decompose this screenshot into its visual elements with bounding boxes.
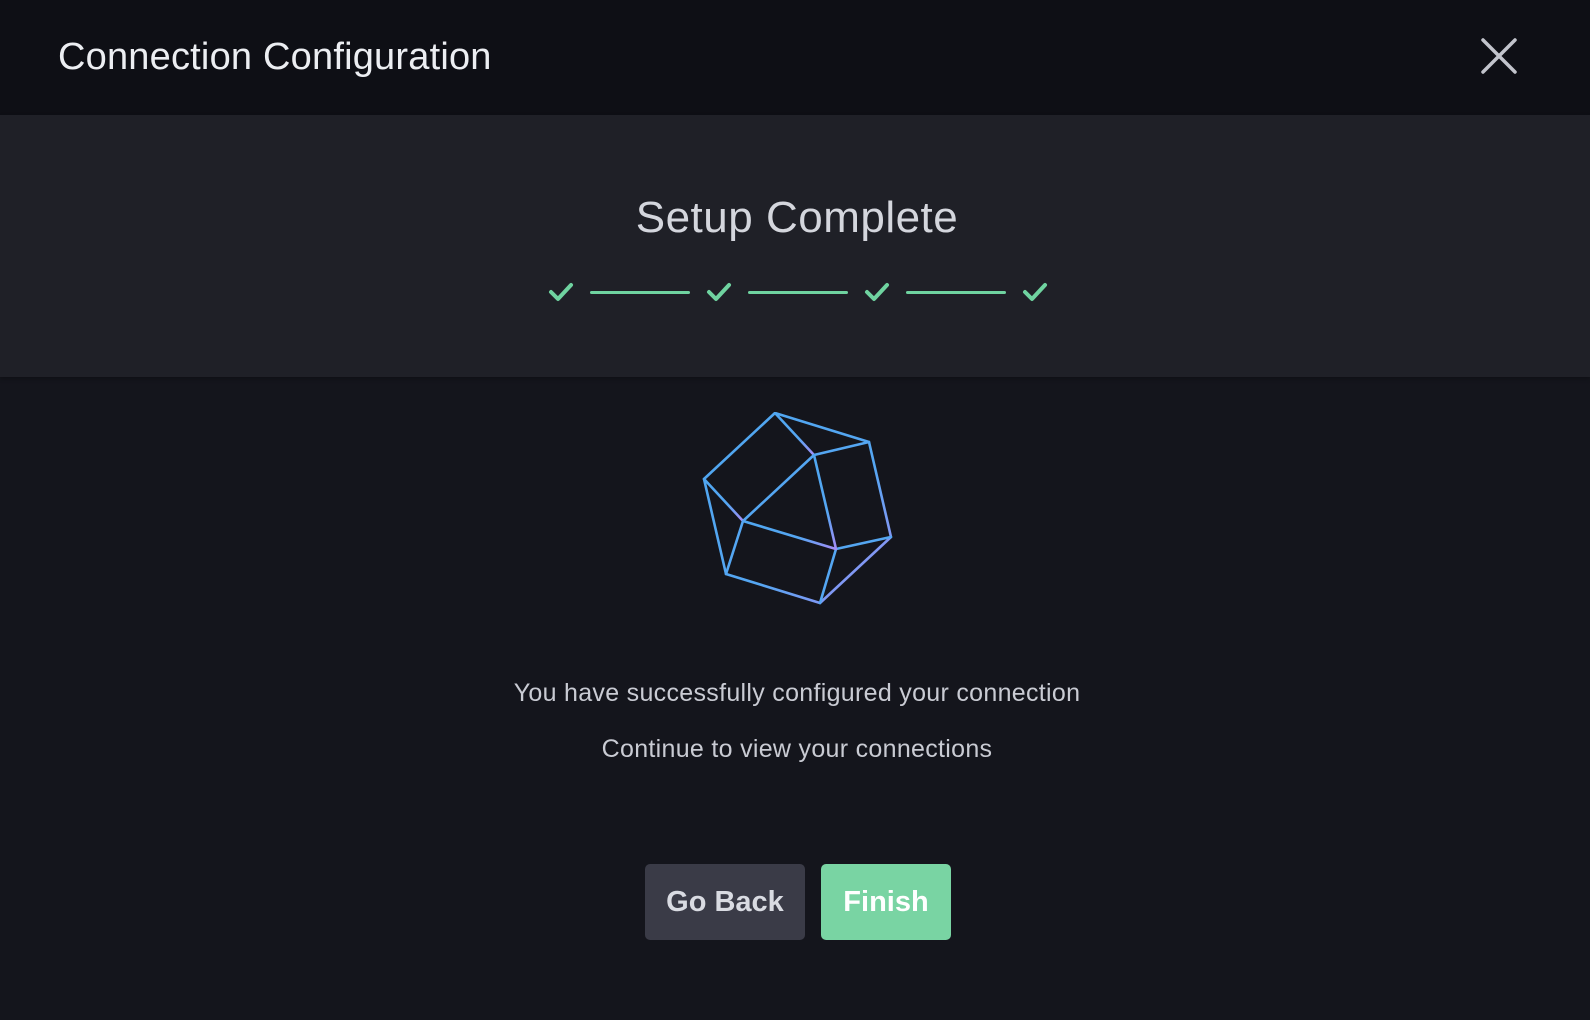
continue-message: Continue to view your connections xyxy=(601,735,993,763)
polyhedron-icon xyxy=(702,412,893,605)
go-back-button[interactable]: Go Back xyxy=(645,864,805,940)
finish-button[interactable]: Finish xyxy=(821,864,951,940)
step-1-check-icon xyxy=(549,283,573,301)
success-message: You have successfully configured your co… xyxy=(513,679,1081,707)
progress-steps xyxy=(548,281,1048,303)
step-connector-1 xyxy=(590,290,690,294)
step-connector-3 xyxy=(906,290,1006,294)
setup-title: Setup Complete xyxy=(635,193,959,242)
action-buttons: Go Back Finish xyxy=(645,864,951,940)
close-icon xyxy=(1481,38,1517,74)
step-3-check-icon xyxy=(865,283,889,301)
modal-title: Connection Configuration xyxy=(58,36,492,78)
stepper-panel: Setup Complete xyxy=(0,115,1590,377)
step-2-check-icon xyxy=(707,283,731,301)
connection-config-modal: Connection Configuration Setup Complete xyxy=(0,0,1590,1020)
step-4-check-icon xyxy=(1023,283,1047,301)
modal-header: Connection Configuration xyxy=(0,0,1590,115)
close-button[interactable] xyxy=(1480,37,1518,75)
step-connector-2 xyxy=(748,290,848,294)
completion-content: You have successfully configured your co… xyxy=(0,377,1590,1020)
